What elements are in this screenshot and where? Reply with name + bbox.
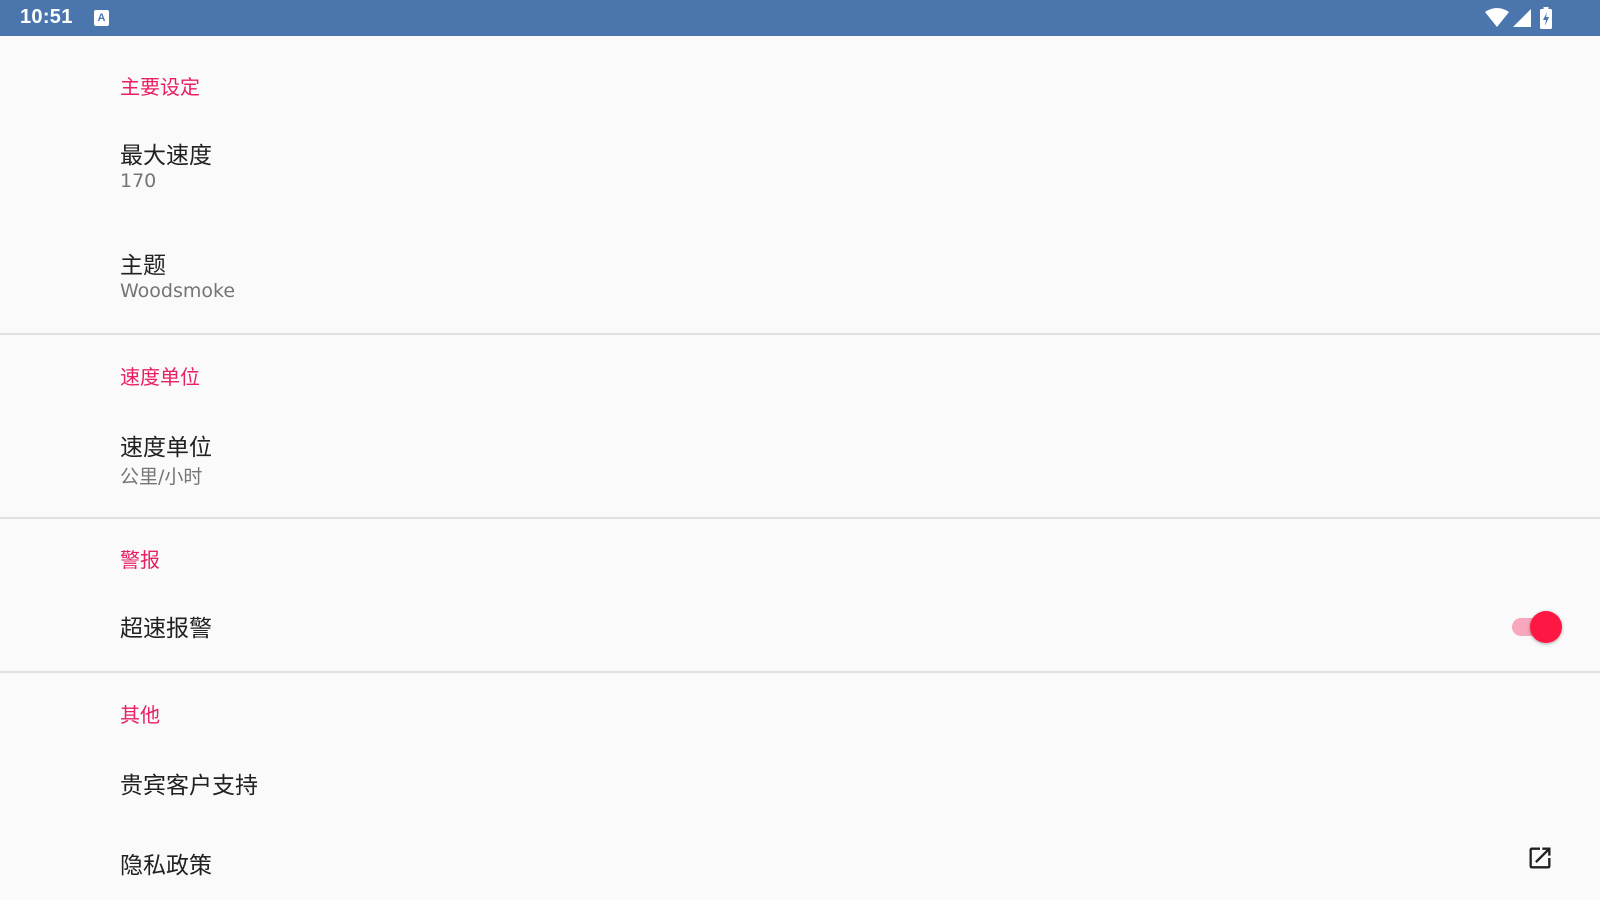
switch-thumb (1530, 611, 1562, 643)
wifi-icon (1485, 8, 1509, 27)
pref-privacy-policy-title: 隐私政策 (120, 853, 212, 879)
divider (0, 671, 1600, 673)
pref-theme-title: 主题 (120, 253, 166, 279)
pref-speed-unit-title: 速度单位 (120, 435, 212, 461)
pref-theme-summary: Woodsmoke (120, 280, 236, 302)
pref-vip-support-title: 贵宾客户支持 (120, 773, 258, 799)
pref-privacy-policy[interactable]: 隐私政策 (0, 830, 1600, 900)
status-time: 10:51 (20, 6, 73, 28)
pref-speed-unit-summary: 公里/小时 (120, 466, 203, 488)
status-bar: 10:51 A (0, 0, 1600, 36)
settings-list: 主要设定 最大速度 170 主题 Woodsmoke 速度单位 速度单位 公里/… (0, 36, 1600, 900)
cell-signal-icon (1513, 9, 1531, 27)
section-header-speed-unit: 速度单位 (120, 365, 200, 389)
pref-theme[interactable]: 主题 Woodsmoke (0, 234, 1600, 334)
pref-max-speed[interactable]: 最大速度 170 (0, 124, 1600, 234)
a-icon: A (94, 10, 109, 26)
pref-max-speed-title: 最大速度 (120, 143, 212, 169)
pref-overspeed-alert-title: 超速报警 (120, 616, 212, 642)
battery-charging-icon (1540, 7, 1552, 29)
pref-overspeed-alert[interactable]: 超速报警 (0, 594, 1600, 670)
section-header-other: 其他 (120, 703, 160, 727)
pref-max-speed-summary: 170 (120, 170, 157, 192)
open-in-new-icon (1529, 847, 1551, 869)
section-header-alerts: 警报 (120, 548, 160, 572)
pref-vip-support[interactable]: 贵宾客户支持 (0, 750, 1600, 830)
section-header-main: 主要设定 (120, 75, 200, 99)
divider (0, 333, 1600, 335)
divider (0, 517, 1600, 519)
pref-speed-unit[interactable]: 速度单位 公里/小时 (0, 412, 1600, 518)
a-icon-letter: A (97, 12, 106, 24)
overspeed-alert-switch[interactable] (1510, 607, 1562, 643)
